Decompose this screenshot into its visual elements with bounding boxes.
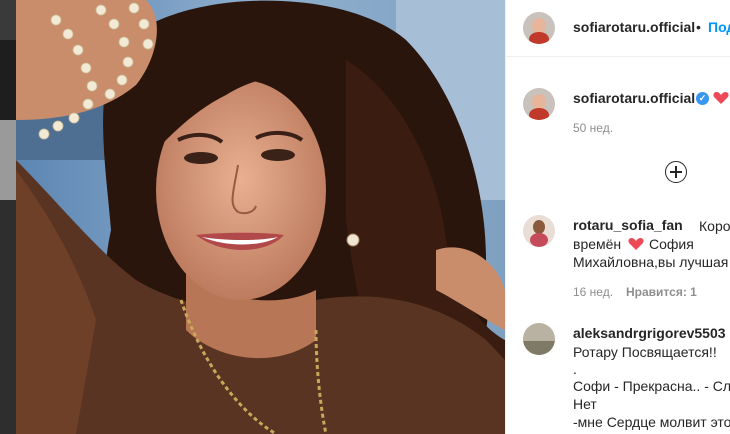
follow-button[interactable]: Подписаться	[708, 19, 730, 35]
caption-username[interactable]: sofiarotaru.official	[573, 90, 695, 106]
caption-avatar[interactable]	[523, 88, 555, 120]
comment-time[interactable]: 16 нед.	[573, 285, 613, 299]
comment-text-line: времён	[573, 236, 622, 252]
comment-text-line: .	[573, 361, 577, 377]
comment-username[interactable]: aleksandrgrigorev5503	[573, 325, 726, 341]
load-more-comments-icon[interactable]	[665, 161, 687, 183]
comment-avatar[interactable]	[523, 323, 555, 355]
comment-text-line: Софи - Прекрасна.. - Слова	[573, 378, 730, 394]
comment-likes[interactable]: Нравится: 1	[626, 285, 697, 299]
comment-text-line: Михайловна,вы лучшая	[573, 254, 729, 270]
comment-text-line: Королева всех	[699, 218, 730, 234]
heart-emoji-icon	[628, 238, 644, 250]
post-side-panel: sofiarotaru.official • Подписаться sofia…	[505, 0, 730, 434]
header-separator: •	[696, 19, 701, 35]
comment-username[interactable]: rotaru_sofia_fan	[573, 217, 683, 233]
post-photo[interactable]	[16, 0, 505, 434]
comment-text-line: Нет	[573, 396, 597, 412]
comment-text-line: Ротару Посвящается!!	[573, 344, 717, 360]
portrait-image	[16, 0, 505, 434]
comment-text-line: София	[649, 236, 694, 252]
header-username[interactable]: sofiarotaru.official	[573, 19, 695, 35]
post-header: sofiarotaru.official • Подписаться	[506, 0, 730, 57]
previous-post-edge	[0, 0, 16, 434]
verified-badge-icon: ✓	[696, 92, 709, 105]
comment-text-line: -мне Сердце молвит это	[573, 414, 730, 430]
caption-time: 50 нед.	[573, 121, 614, 135]
author-avatar[interactable]	[523, 12, 555, 44]
heart-emoji-icon	[713, 92, 729, 104]
comment-avatar[interactable]	[523, 215, 555, 247]
